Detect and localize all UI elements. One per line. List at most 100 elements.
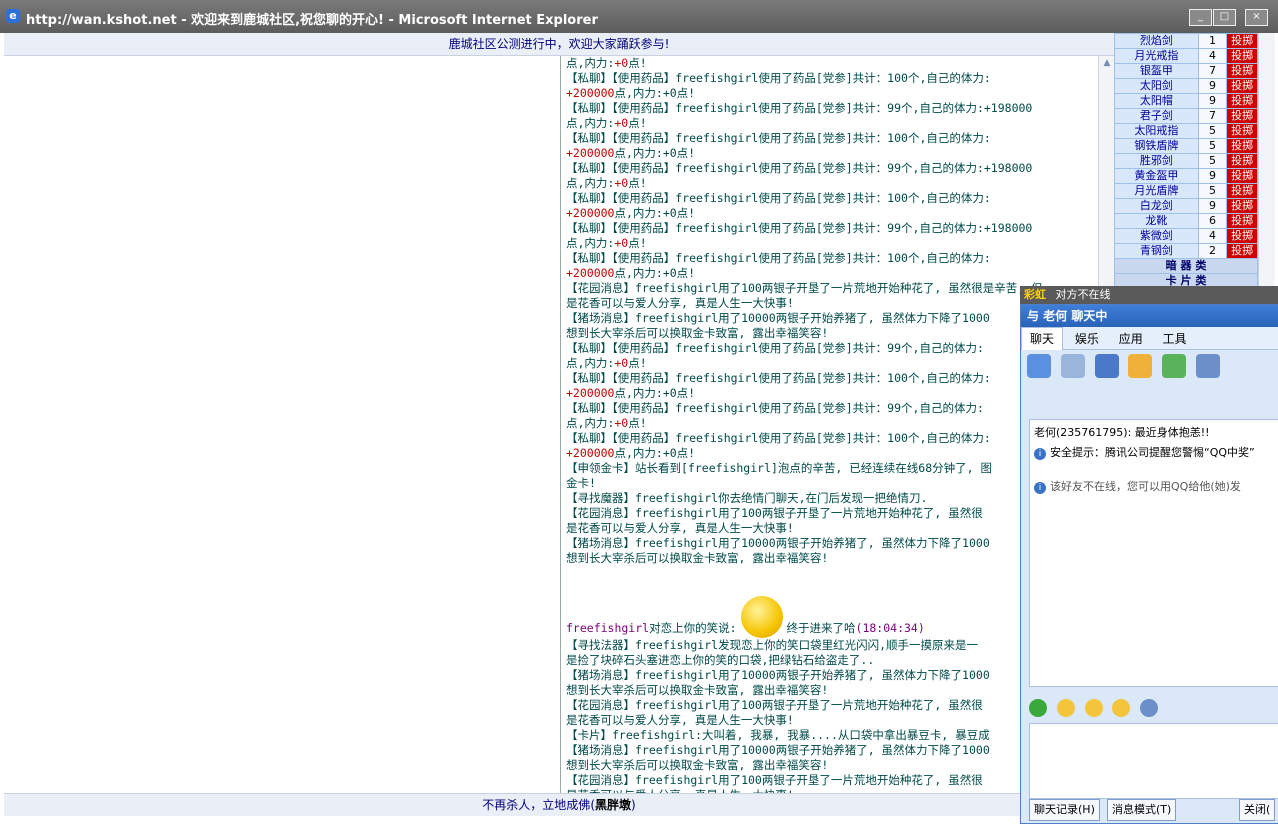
item-name[interactable]: 太阳戒指 [1115, 124, 1198, 138]
item-name[interactable]: 黄金盔甲 [1115, 169, 1198, 183]
throw-button[interactable]: 投掷 [1227, 109, 1257, 123]
chat-line: 点,内力:+0点! [566, 416, 647, 430]
item-name[interactable]: 君子剑 [1115, 109, 1198, 123]
item-row: 青钢剑 2 投掷 [1115, 244, 1257, 258]
chat-line: freefishgirl对恋上你的笑说: 终于进来了哈(18:04:34) [561, 596, 1099, 638]
throw-button[interactable]: 投掷 [1227, 79, 1257, 93]
chat-line [561, 566, 1099, 596]
chat-line: +200000点,内力:+0点! [566, 146, 696, 160]
item-name[interactable]: 太阳帽 [1115, 94, 1198, 108]
item-qty: 5 [1198, 139, 1227, 153]
item-qty: 5 [1198, 124, 1227, 138]
more-tools-icon[interactable] [1196, 354, 1221, 378]
item-name[interactable]: 紫微剑 [1115, 229, 1198, 243]
item-row: 紫微剑 4 投掷 [1115, 229, 1257, 243]
tab-chat[interactable]: 聊天 [1021, 327, 1064, 350]
item-name[interactable]: 钢铁盾牌 [1115, 139, 1198, 153]
chat-line: 【私聊】【使用药品】freefishgirl使用了药品[党参]共计：100个,自… [566, 371, 991, 385]
item-row: 太阳帽 9 投掷 [1115, 94, 1257, 108]
throw-button[interactable]: 投掷 [1227, 184, 1257, 198]
throw-button[interactable]: 投掷 [1227, 244, 1257, 258]
message-mode-button[interactable]: 消息模式(T) [1107, 799, 1177, 821]
throw-button[interactable]: 投掷 [1227, 34, 1257, 48]
chat-line: +200000点,内力:+0点! [566, 86, 696, 100]
info-icon: i [1034, 482, 1046, 494]
shake-icon[interactable] [1112, 699, 1131, 717]
chat-history-button[interactable]: 聊天记录(H) [1029, 799, 1100, 821]
item-qty: 5 [1198, 154, 1227, 168]
chat-line: 【私聊】【使用药品】freefishgirl使用了药品[党参]共计：100个,自… [566, 71, 991, 85]
throw-button[interactable]: 投掷 [1227, 199, 1257, 213]
font-icon[interactable] [1029, 699, 1047, 717]
throw-button[interactable]: 投掷 [1227, 94, 1257, 108]
qq-message-input[interactable] [1029, 723, 1278, 799]
add-contact-icon[interactable] [1162, 354, 1187, 378]
item-name[interactable]: 青钢剑 [1115, 244, 1198, 258]
item-name[interactable]: 太阳剑 [1115, 79, 1198, 93]
file-transfer-icon[interactable] [1128, 354, 1153, 378]
video-icon[interactable] [1060, 354, 1085, 378]
chat-line: 是花香可以与爱人分享, 真是人生一大快事! [566, 521, 794, 535]
item-name[interactable]: 白龙剑 [1115, 199, 1198, 213]
qq-close-button[interactable]: 关闭( [1239, 799, 1276, 821]
item-qty: 5 [1198, 184, 1227, 198]
item-name[interactable]: 月光戒指 [1115, 49, 1198, 63]
item-name[interactable]: 龙靴 [1115, 214, 1198, 228]
qq-tabs: 聊天 娱乐 应用 工具 [1021, 327, 1278, 350]
close-button[interactable]: × [1245, 9, 1268, 26]
throw-button[interactable]: 投掷 [1227, 124, 1257, 138]
item-row: 黄金盔甲 9 投掷 [1115, 169, 1257, 183]
throw-button[interactable]: 投掷 [1227, 139, 1257, 153]
left-blank-pane [4, 56, 559, 793]
scroll-up-icon[interactable]: ▲ [1102, 58, 1112, 68]
qq-tip-text: 对方不在线 [1055, 288, 1111, 301]
item-qty: 9 [1198, 79, 1227, 93]
emoticon-icon[interactable] [1056, 699, 1075, 717]
qq-security-tip: i 安全提示：腾讯公司提醒您警惕“QQ中奖” [1030, 442, 1278, 462]
tab-entertainment[interactable]: 娱乐 [1067, 328, 1107, 350]
item-name[interactable]: 烈焰剑 [1115, 34, 1198, 48]
screenshot-icon[interactable] [1140, 699, 1159, 717]
notice-bar: 鹿城社区公测进行中，欢迎大家踊跃参与! [4, 33, 1114, 56]
item-row: 烈焰剑 1 投掷 [1115, 34, 1257, 48]
throw-button[interactable]: 投掷 [1227, 169, 1257, 183]
chat-line: 【花园消息】freefishgirl用了100两银子开垦了一片荒地开始种花了, … [566, 773, 983, 787]
qq-message-from: 老何(235761795): 最近身体抱恙!! [1034, 426, 1210, 439]
magic-emoticon-icon[interactable] [1084, 699, 1103, 717]
chat-line: 【私聊】【使用药品】freefishgirl使用了药品[党参]共计：99个,自己… [566, 341, 984, 355]
item-row: 暗 器 类 [1115, 259, 1257, 273]
chat-log: 点,内力:+0点! 【私聊】【使用药品】freefishgirl使用了药品[党参]… [560, 56, 1099, 793]
qq-toolbar [1021, 350, 1278, 392]
qq-tip-logo: 彩虹 [1024, 288, 1046, 301]
minimize-button[interactable]: _ [1189, 9, 1212, 26]
item-row: 银盔甲 7 投掷 [1115, 64, 1257, 78]
qq-chat-window: 与 老何 聊天中 聊天 娱乐 应用 工具 老何(235761795): 最近身体… [1020, 304, 1278, 824]
item-name[interactable]: 银盔甲 [1115, 64, 1198, 78]
item-name[interactable]: 月光盾牌 [1115, 184, 1198, 198]
tab-tools[interactable]: 工具 [1155, 328, 1195, 350]
item-row: 君子剑 7 投掷 [1115, 109, 1257, 123]
chat-line: +200000点,内力:+0点! [566, 266, 696, 280]
throw-button[interactable]: 投掷 [1227, 49, 1257, 63]
chat-line: 【猪场消息】freefishgirl用了10000两银子开始养猪了, 虽然体力下… [566, 743, 990, 757]
item-qty: 7 [1198, 109, 1227, 123]
chat-line: 【私聊】【使用药品】freefishgirl使用了药品[党参]共计：100个,自… [566, 191, 991, 205]
chat-line: 想到长大宰杀后可以换取金卡致富, 露出幸福笑容! [566, 551, 829, 565]
tab-apps[interactable]: 应用 [1111, 328, 1151, 350]
phone-icon[interactable] [1027, 354, 1051, 378]
throw-button[interactable]: 投掷 [1227, 154, 1257, 168]
item-row: 月光盾牌 5 投掷 [1115, 184, 1257, 198]
footer-text: 不再杀人，立地成佛 [482, 798, 591, 812]
chat-line: 点,内力:+0点! [566, 176, 647, 190]
item-row: 胜邪剑 5 投掷 [1115, 154, 1257, 168]
category-header[interactable]: 暗 器 类 [1115, 259, 1257, 273]
item-name[interactable]: 胜邪剑 [1115, 154, 1198, 168]
share-icon[interactable] [1094, 354, 1119, 378]
chat-line: 【花园消息】freefishgirl用了100两银子开垦了一片荒地开始种花了, … [566, 506, 983, 520]
throw-button[interactable]: 投掷 [1227, 214, 1257, 228]
throw-button[interactable]: 投掷 [1227, 64, 1257, 78]
throw-button[interactable]: 投掷 [1227, 229, 1257, 243]
footer-bar: 不再杀人，立地成佛(黑胖墩) [4, 793, 1114, 816]
maximize-button[interactable]: □ [1213, 9, 1236, 26]
item-qty: 9 [1198, 199, 1227, 213]
